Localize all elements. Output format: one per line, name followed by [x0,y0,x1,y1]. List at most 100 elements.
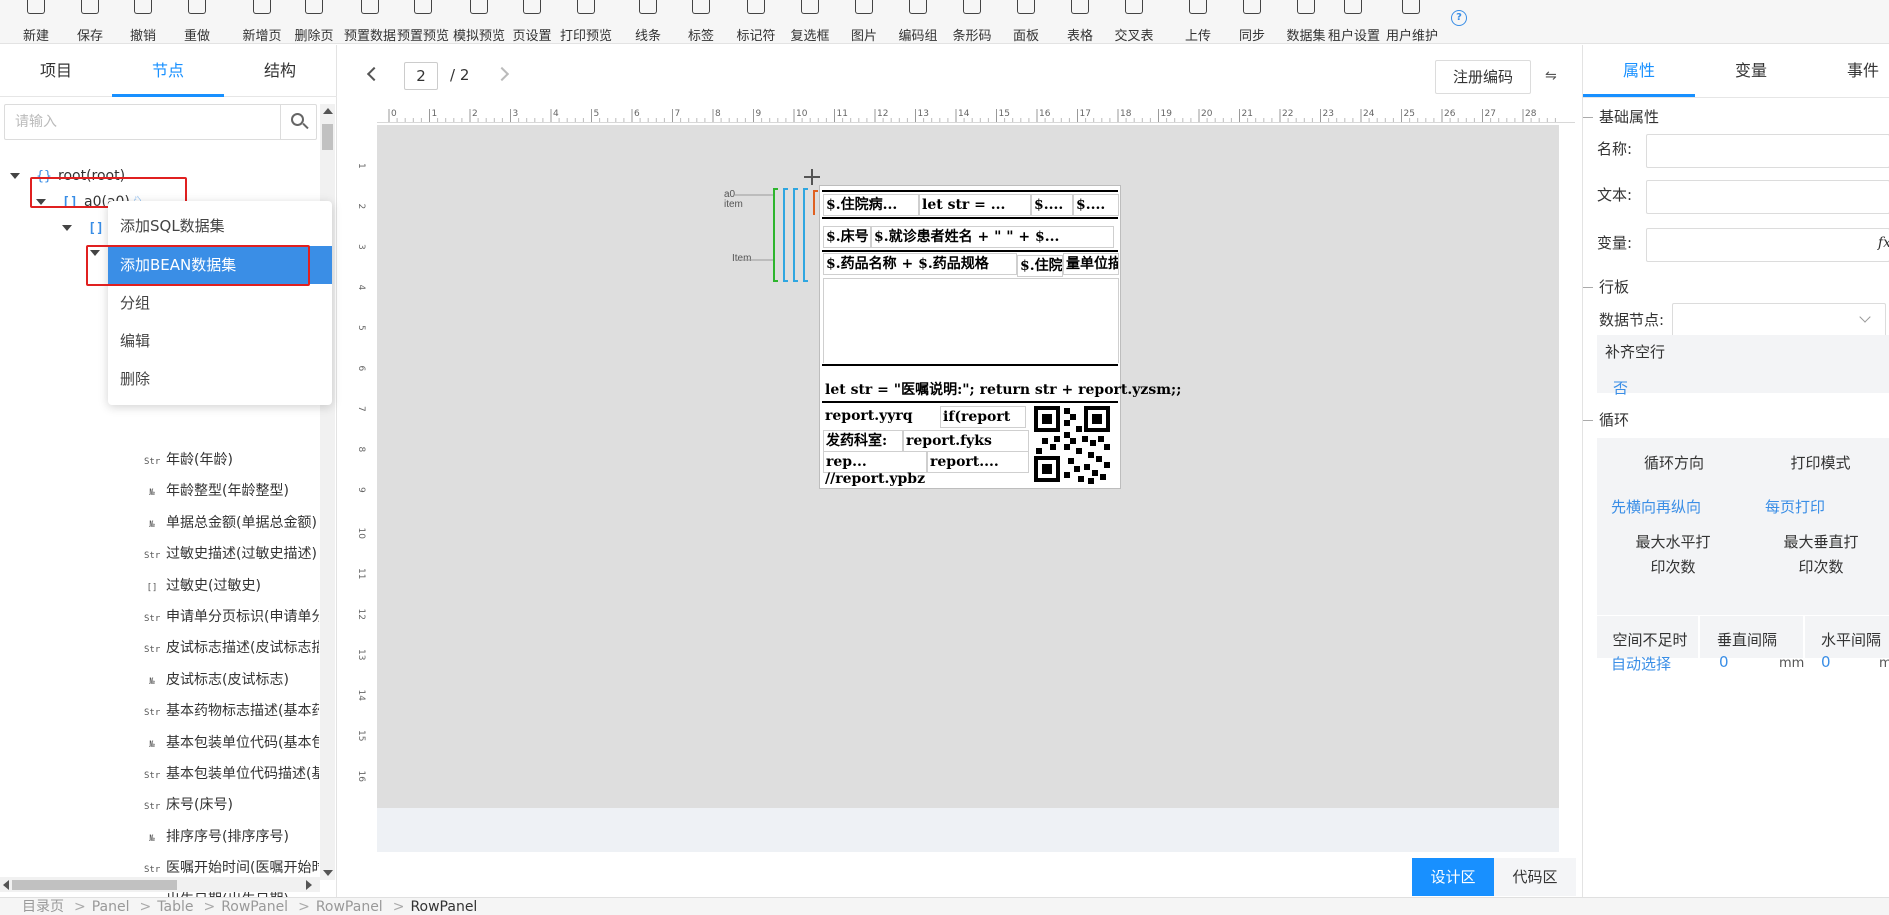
page-number-input[interactable]: 2 [404,62,438,90]
report-cell[interactable]: if(report [940,406,1026,428]
tree-leaf-item[interactable]: № 年龄整型(年龄整型) [144,478,319,504]
toolbar-button-20[interactable]: 交叉表 [1108,0,1160,44]
tab-design[interactable]: 设计区 [1412,858,1494,896]
register-code-button[interactable]: 注册编码 [1435,60,1531,94]
tree-leaf-item[interactable]: [] 过敏史(过敏史) [144,573,319,599]
scroll-thumb[interactable] [322,124,333,150]
toolbar-button-3[interactable]: 重做 [174,0,220,44]
fx-icon[interactable]: fx [1878,235,1889,251]
variable-input[interactable]: fx [1646,228,1889,262]
horizontal-gap-value[interactable]: 0 [1821,653,1831,671]
toolbar-button-14[interactable]: 复选框 [784,0,836,44]
tree-leaf-item[interactable]: Str 年龄(年龄) [144,447,319,473]
toolbar-button-13[interactable]: 标记符 [733,0,779,44]
menu-item-group[interactable]: 分组 [108,284,332,322]
tree-leaf-item[interactable]: Str 申请单分页标识(申请单分页标识) [144,604,319,630]
scroll-down-icon[interactable] [323,870,333,876]
toolbar-button-1[interactable]: 保存 [67,0,113,44]
data-node-select[interactable] [1672,303,1886,337]
toolbar-button-21[interactable]: 上传 [1175,0,1221,44]
menu-item-delete[interactable]: 删除 [108,360,332,398]
scroll-right-icon[interactable] [306,880,312,890]
report-cell[interactable]: $.住院病... [823,194,919,216]
name-input[interactable] [1646,134,1889,168]
text-input[interactable] [1646,180,1889,214]
toolbar-button-24[interactable]: 租户设置 [1328,0,1380,44]
qr-code[interactable] [1034,406,1110,484]
toolbar-button-2[interactable]: 撤销 [120,0,166,44]
toolbar-button-23[interactable]: 数据集 [1283,0,1329,44]
toolbar-button-4[interactable]: 新增页 [234,0,290,44]
next-page-icon[interactable] [494,66,510,82]
caret-down-icon[interactable] [10,173,20,179]
caret-down-icon[interactable] [62,225,72,231]
breadcrumb-item[interactable]: Panel [92,899,130,915]
toolbar-button-6[interactable]: 预置数据 [344,0,396,44]
toolbar-button-10[interactable]: 打印预览 [558,0,614,44]
breadcrumb-item[interactable]: RowPanel [316,899,383,915]
toolbar-button-19[interactable]: 表格 [1057,0,1103,44]
scroll-thumb[interactable] [12,880,177,890]
tab-project[interactable]: 项目 [0,45,112,97]
scroll-left-icon[interactable] [3,880,9,890]
tab-variables[interactable]: 变量 [1695,45,1807,97]
toolbar-button-22[interactable]: 同步 [1229,0,1275,44]
toolbar-button-18[interactable]: 面板 [1003,0,1049,44]
toolbar-button-17[interactable]: 条形码 [946,0,998,44]
report-cell[interactable]: $.住院 [1017,255,1063,277]
report-cell[interactable]: $.... [1031,194,1073,216]
menu-item-edit[interactable]: 编辑 [108,322,332,360]
tree-leaf-item[interactable]: Str 皮试标志描述(皮试标志描述) [144,635,319,661]
tree-leaf-item[interactable]: № 基本包装单位代码(基本包装单位代码) [144,730,319,756]
toolbar-button-12[interactable]: 标签 [678,0,724,44]
toolbar-button-16[interactable]: 编码组 [892,0,944,44]
report-cell[interactable]: let str = ... [919,194,1031,216]
vertical-gap-value[interactable]: 0 [1719,653,1729,671]
toolbar-button-15[interactable]: 图片 [841,0,887,44]
search-button[interactable] [280,105,316,139]
fill-empty-value[interactable]: 否 [1613,378,1628,398]
print-mode-value[interactable]: 每页打印 [1765,496,1825,517]
loop-direction-value[interactable]: 先横向再纵向 [1611,496,1701,517]
search-input[interactable] [5,105,281,139]
max-h-print-label[interactable]: 最大水平打印次数 [1633,530,1713,580]
prev-page-icon[interactable] [366,66,382,82]
report-cell[interactable]: 发药科室: [823,430,903,452]
breadcrumb-item[interactable]: Table [157,899,193,915]
tree-node-child[interactable]: [] [62,215,110,241]
toolbar-button-5[interactable]: 删除页 [291,0,337,44]
max-v-print-label[interactable]: 最大垂直打印次数 [1781,530,1861,580]
report-cell[interactable]: 量单位描述 [1063,253,1119,275]
tab-properties[interactable]: 属性 [1583,45,1695,97]
tab-structure[interactable]: 结构 [224,45,336,97]
report-cell[interactable]: //report.ypbz [823,469,1023,489]
tree-leaf-item[interactable]: № 单据总金额(单据总金额) [144,510,319,536]
tree-leaf-item[interactable]: № 排序序号(排序序号) [144,824,319,850]
tab-code[interactable]: 代码区 [1494,858,1576,896]
help-icon[interactable]: ? [1451,10,1467,26]
tree-horizontal-scrollbar[interactable] [0,877,320,892]
toolbar-button-25[interactable]: 用户维护 [1386,0,1438,44]
breadcrumb-item[interactable]: 目录页 [22,899,64,915]
tab-events[interactable]: 事件 [1807,45,1889,97]
swap-icon[interactable]: ⇋ [1545,69,1561,83]
breadcrumb-item[interactable]: RowPanel [221,899,288,915]
report-cell[interactable]: $.药品名称 + $.药品规格 [823,253,1017,275]
move-handle-icon[interactable] [803,168,821,186]
toolbar-button-7[interactable]: 预置预览 [397,0,449,44]
report-cell[interactable]: let str = "医嘱说明:"; return str + report.y… [823,380,1183,400]
breadcrumb-item[interactable]: RowPanel [410,899,477,915]
tree-leaf-item[interactable]: Str 基本药物标志描述(基本药物标志描述) [144,698,319,724]
tree-leaf-item[interactable]: Str 床号(床号) [144,792,319,818]
scroll-up-icon[interactable] [323,108,333,114]
report-cell[interactable]: report.fyks [903,430,1029,452]
toolbar-button-0[interactable]: 新建 [13,0,59,44]
tree-leaf-item[interactable]: Str 基本包装单位代码描述(基本包装单位代码描述) [144,761,319,787]
tab-nodes[interactable]: 节点 [112,45,224,97]
space-insufficient-value[interactable]: 自动选择 [1611,653,1671,674]
toolbar-button-11[interactable]: 线条 [625,0,671,44]
report-cell[interactable]: $.... [1073,194,1119,216]
toolbar-button-9[interactable]: 页设置 [509,0,555,44]
tree-leaf-item[interactable]: Str 过敏史描述(过敏史描述) [144,541,319,567]
report-cell[interactable]: $.床号 [823,226,871,248]
